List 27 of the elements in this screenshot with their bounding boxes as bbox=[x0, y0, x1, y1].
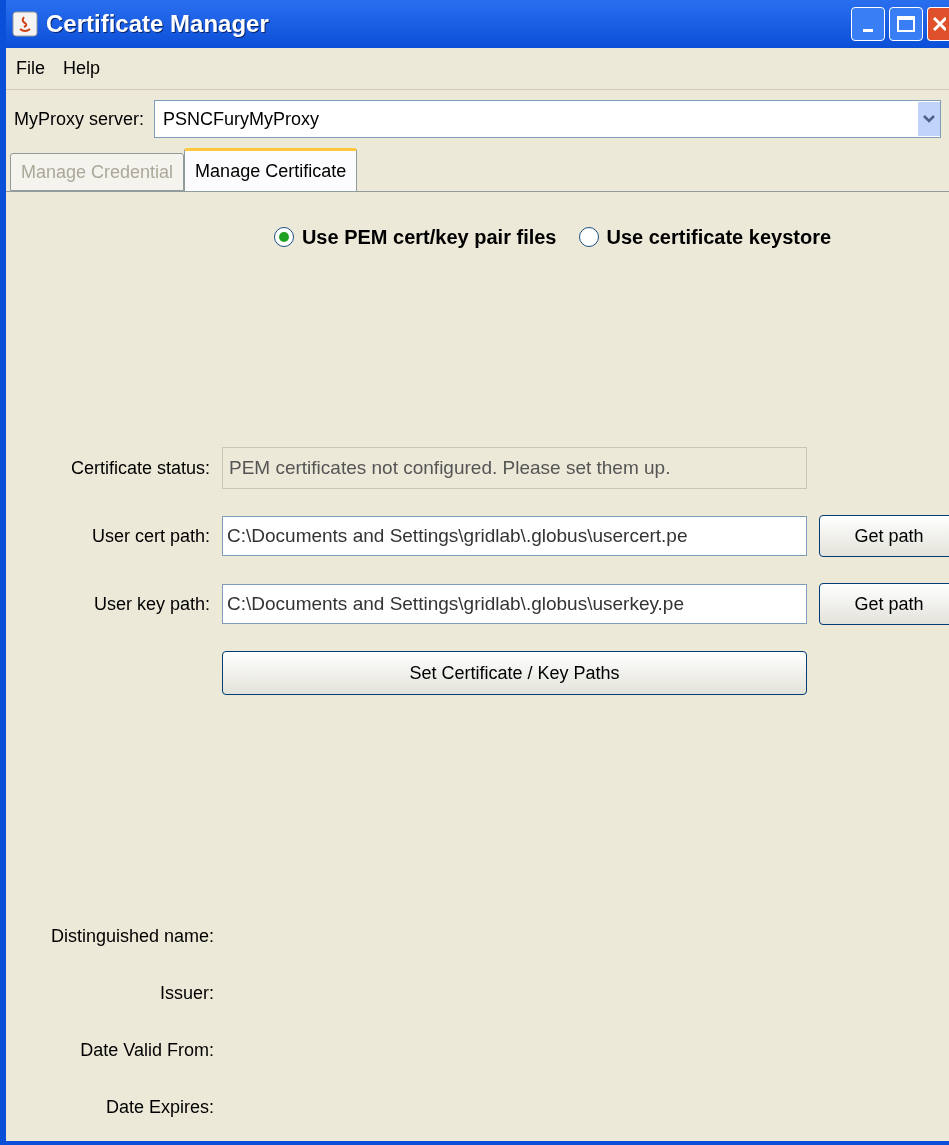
radio-option[interactable]: Use certificate keystore bbox=[578, 222, 832, 252]
chevron-down-icon bbox=[918, 102, 940, 136]
get-path-button[interactable]: Get path bbox=[819, 515, 949, 557]
get-path-button[interactable]: Get path bbox=[819, 583, 949, 625]
window-title: Certificate Manager bbox=[46, 9, 269, 39]
field-label: Date Expires: bbox=[104, 1096, 214, 1119]
radio-option[interactable]: Use PEM cert/key pair files bbox=[273, 222, 557, 252]
status-field: PEM certificates not configured. Please set them up. bbox=[222, 447, 807, 489]
field-label: Date Valid From: bbox=[79, 1039, 214, 1062]
path-field[interactable]: C:\Documents and Settings\gridlab\.globus\userkey.pe bbox=[222, 584, 807, 624]
field-label: Distinguished name: bbox=[49, 925, 214, 948]
field-label: Certificate status: bbox=[69, 456, 210, 480]
path-field[interactable]: C:\Documents and Settings\gridlab\.globus\usercert.pe bbox=[222, 516, 807, 556]
set-paths-button[interactable]: Set Certificate / Key Paths bbox=[222, 651, 807, 695]
field-label: User key path: bbox=[92, 592, 210, 616]
close-button[interactable] bbox=[927, 7, 949, 41]
field-label: MyProxy server: bbox=[14, 107, 145, 131]
menu-item[interactable]: Help bbox=[63, 55, 101, 82]
close-icon bbox=[931, 16, 946, 32]
minimize-button[interactable] bbox=[851, 7, 885, 41]
server-dropdown[interactable]: PSNCFuryMyProxy bbox=[154, 100, 941, 138]
field-label: Issuer: bbox=[158, 982, 214, 1005]
tab[interactable]: Manage Certificate bbox=[184, 148, 358, 192]
maximize-button[interactable] bbox=[889, 7, 923, 41]
menu-item[interactable]: File bbox=[16, 55, 45, 82]
field-label: User cert path: bbox=[90, 524, 210, 548]
app-icon bbox=[12, 11, 38, 37]
